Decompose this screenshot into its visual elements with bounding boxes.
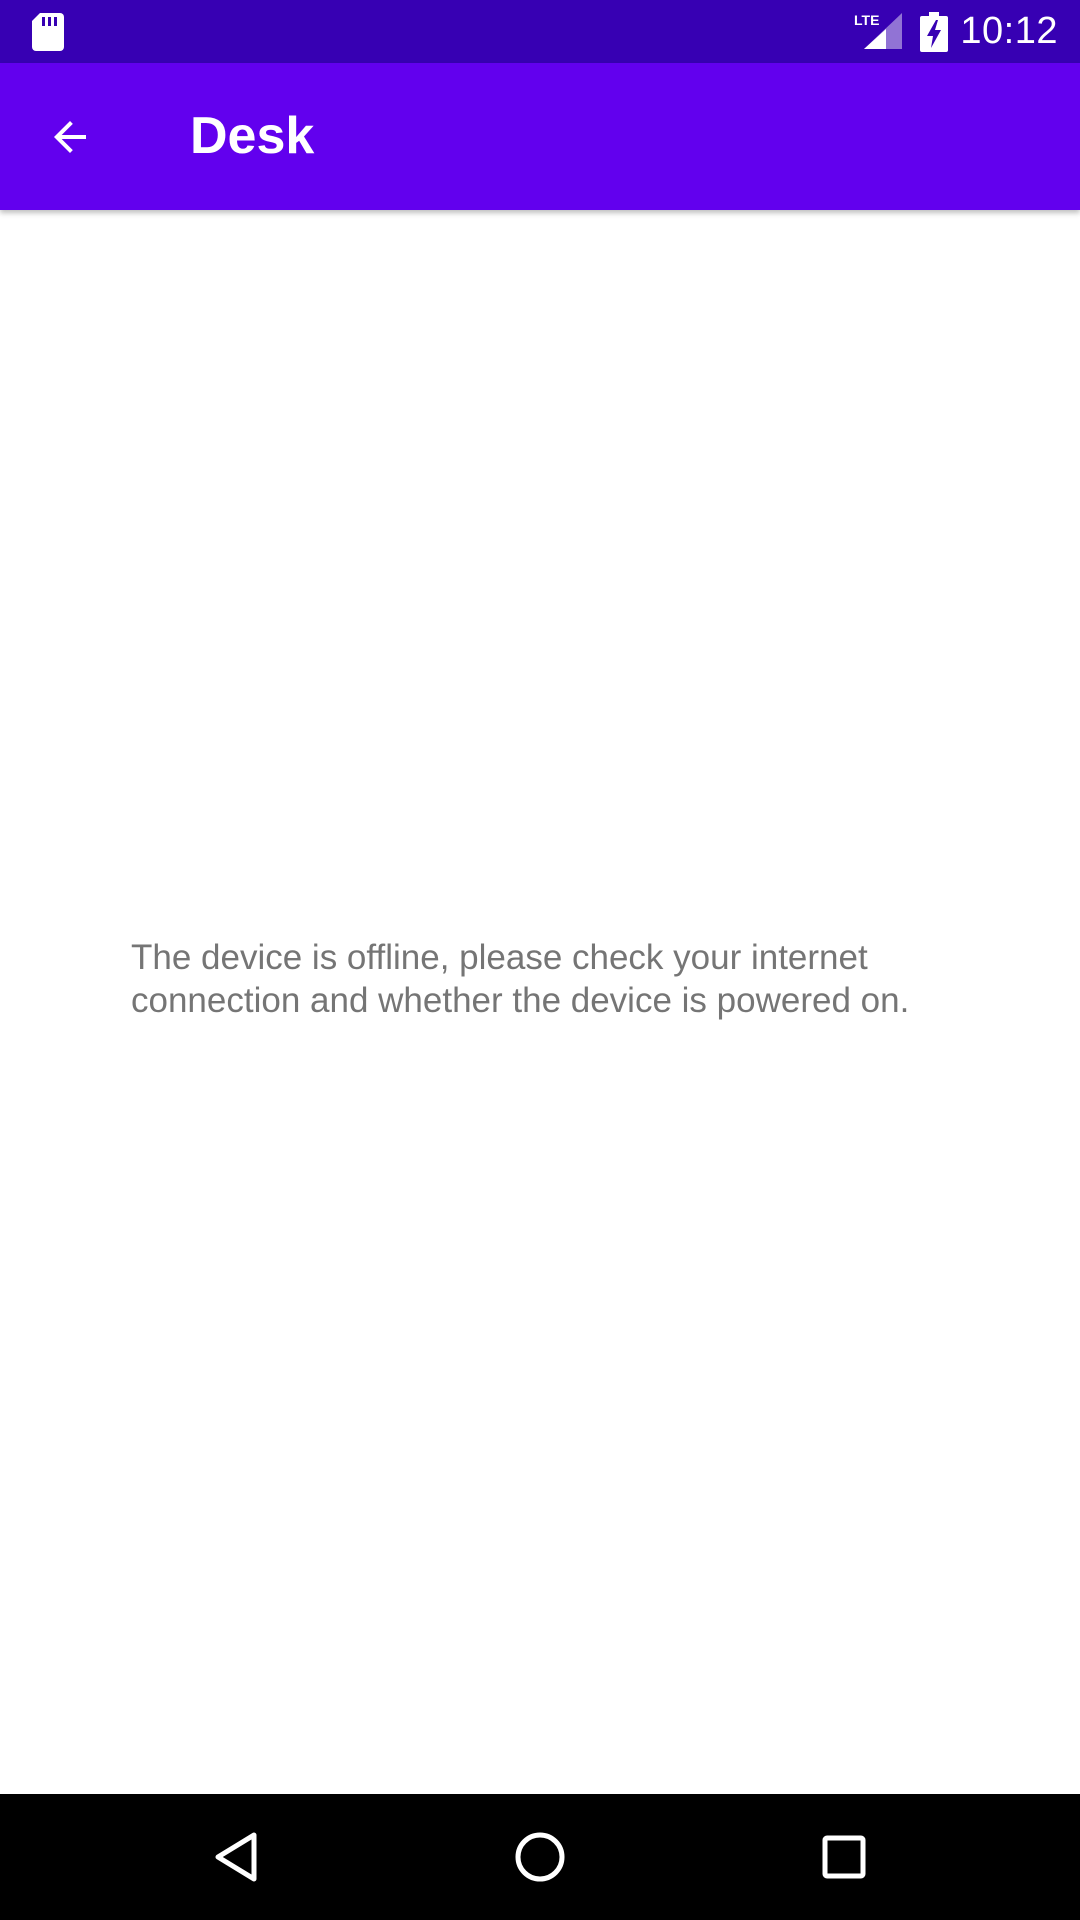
nav-home-button[interactable] (480, 1794, 600, 1920)
recents-square-icon (822, 1835, 866, 1879)
navigation-bar (0, 1794, 1080, 1920)
offline-message: The device is offline, please check your… (131, 938, 910, 1020)
page-title: Desk (190, 107, 315, 165)
lte-label: LTE (854, 12, 879, 28)
main-content: The device is offline, please check your… (0, 210, 1080, 1794)
back-button[interactable] (32, 99, 108, 175)
battery-charging-icon (920, 12, 948, 52)
screen: LTE 10:12 Desk The device is offline, pl… (0, 0, 1080, 1920)
status-bar: LTE 10:12 (0, 0, 1080, 63)
status-clock: 10:12 (960, 10, 1058, 52)
nav-back-button[interactable] (176, 1794, 296, 1920)
sd-card-icon (32, 13, 64, 51)
app-bar: Desk (0, 63, 1080, 210)
nav-recents-button[interactable] (784, 1794, 904, 1920)
home-circle-icon (515, 1832, 565, 1882)
lte-signal-icon: LTE (854, 12, 902, 49)
arrow-back-icon (54, 121, 86, 153)
back-triangle-icon (215, 1832, 257, 1882)
